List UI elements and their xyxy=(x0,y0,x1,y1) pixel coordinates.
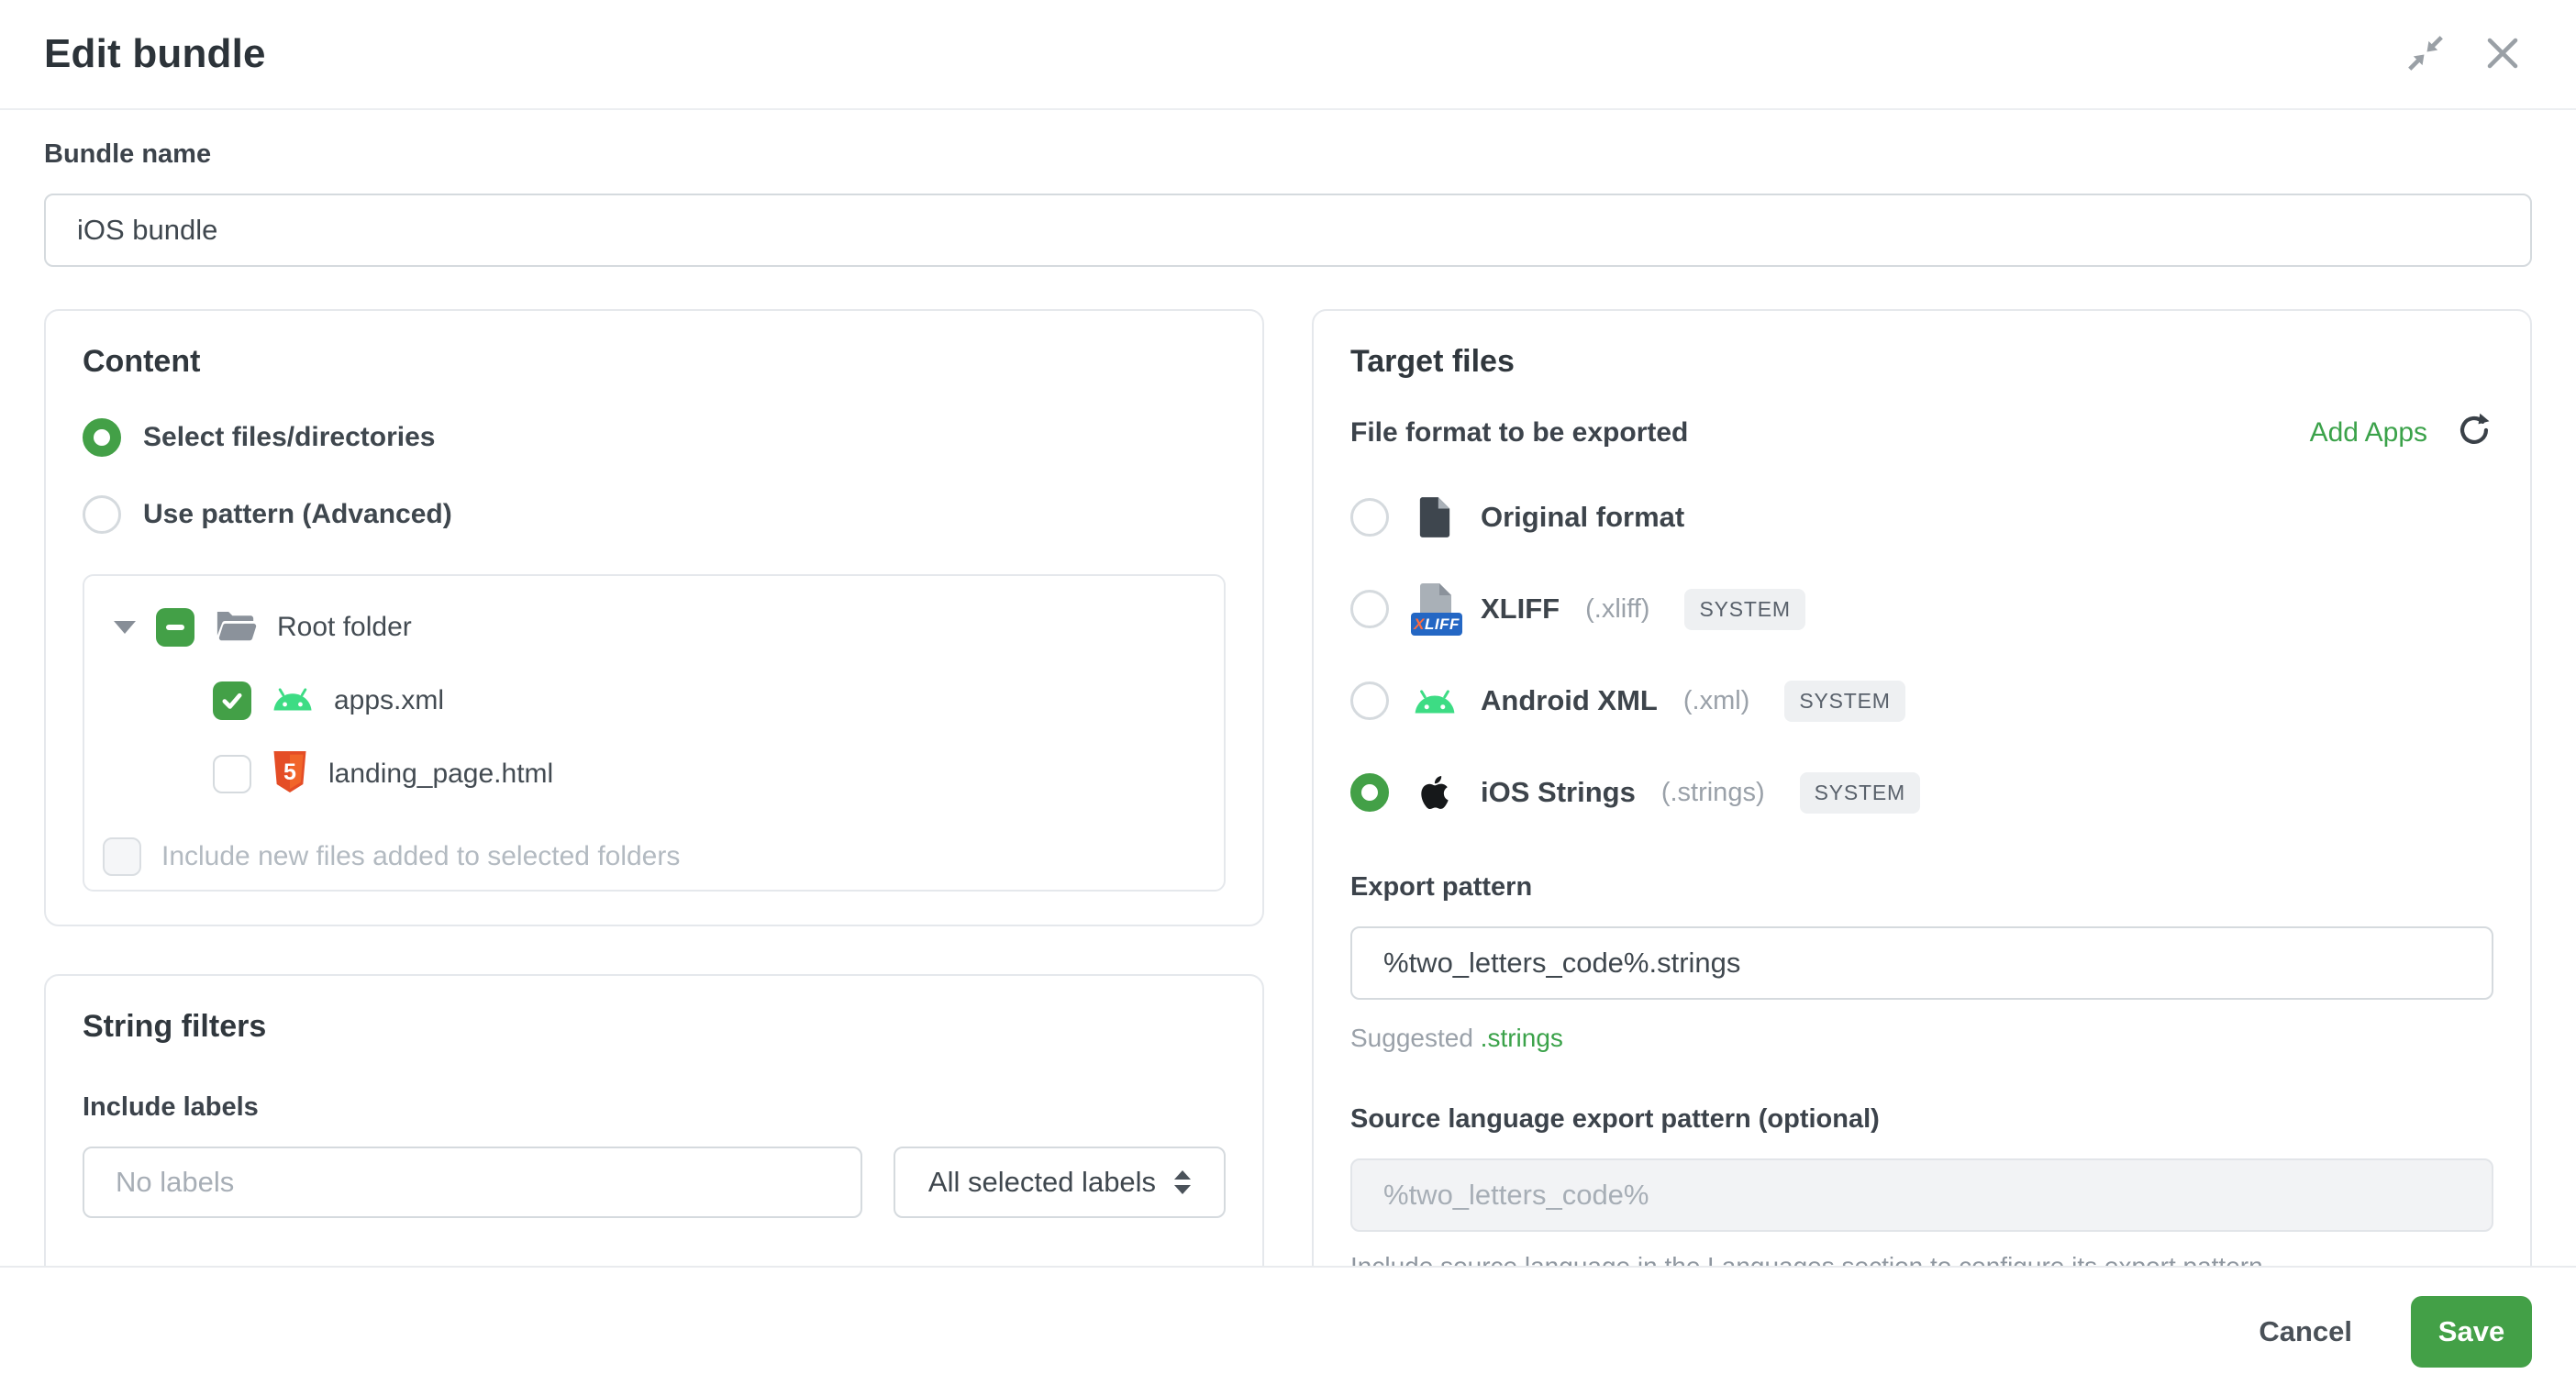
labels-input[interactable] xyxy=(83,1147,862,1218)
radio-select-files-label: Select files/directories xyxy=(143,422,436,453)
collapse-button[interactable] xyxy=(2404,32,2448,76)
close-icon xyxy=(2483,34,2522,75)
string-filters-card: String filters Include labels All select… xyxy=(44,974,1264,1266)
xliff-icon: XLIFF xyxy=(1411,582,1459,636)
landing-page-checkbox[interactable] xyxy=(213,755,251,793)
modal-body: Bundle name Content Select files/directo… xyxy=(0,112,2576,1266)
export-pattern-label: Export pattern xyxy=(1350,872,2493,903)
source-pattern-input xyxy=(1350,1158,2493,1232)
radio-select-files[interactable]: Select files/directories xyxy=(83,418,1226,457)
refresh-icon[interactable] xyxy=(2455,411,2493,454)
radio-on-icon xyxy=(83,418,121,457)
target-files-card: Target files File format to be exported … xyxy=(1312,309,2532,1266)
android-icon xyxy=(1411,687,1459,715)
target-files-heading: Target files xyxy=(1350,344,2493,380)
format-row-android-xml[interactable]: Android XML (.xml) SYSTEM xyxy=(1350,672,2493,729)
apps-xml-checkbox[interactable] xyxy=(213,681,251,720)
format-row-xliff[interactable]: XLIFF XLIFF (.xliff) SYSTEM xyxy=(1350,581,2493,637)
save-button[interactable]: Save xyxy=(2411,1296,2532,1368)
format-name: XLIFF xyxy=(1481,593,1560,626)
system-badge: SYSTEM xyxy=(1800,772,1920,814)
labels-mode-value: All selected labels xyxy=(928,1166,1156,1199)
modal-header: Edit bundle xyxy=(0,0,2576,110)
system-badge: SYSTEM xyxy=(1784,681,1904,722)
file-format-label: File format to be exported xyxy=(1350,417,1688,449)
radio-off-icon xyxy=(83,495,121,534)
content-card: Content Select files/directories Use pat… xyxy=(44,309,1264,926)
root-folder-checkbox[interactable] xyxy=(156,608,194,647)
updown-arrows-icon xyxy=(1174,1170,1191,1194)
export-pattern-input[interactable] xyxy=(1350,926,2493,1000)
folder-icon xyxy=(215,607,257,648)
header-actions xyxy=(2404,32,2525,76)
apple-icon xyxy=(1411,773,1459,812)
tree-apps-xml-label: apps.xml xyxy=(334,685,444,716)
string-filters-heading: String filters xyxy=(83,1009,1226,1045)
include-new-files-row[interactable]: Include new files added to selected fold… xyxy=(103,829,1205,884)
tree-root-label: Root folder xyxy=(277,612,412,643)
radio-on-icon xyxy=(1350,773,1389,812)
format-ext: (.xml) xyxy=(1683,686,1749,716)
content-heading: Content xyxy=(83,344,1226,380)
format-name: Android XML xyxy=(1481,684,1658,717)
collapse-icon xyxy=(2404,32,2447,77)
file-tree: Root folder xyxy=(83,574,1226,892)
modal-footer: Cancel Save xyxy=(0,1266,2576,1396)
caret-down-icon[interactable] xyxy=(114,621,136,634)
tree-row-apps-xml[interactable]: apps.xml xyxy=(213,673,1205,728)
source-pattern-label: Source language export pattern (optional… xyxy=(1350,1104,2493,1135)
radio-off-icon xyxy=(1350,681,1389,720)
tree-row-root-folder[interactable]: Root folder xyxy=(114,600,1205,655)
format-ext: (.xliff) xyxy=(1585,594,1649,625)
include-new-files-label: Include new files added to selected fold… xyxy=(161,841,680,872)
android-icon xyxy=(272,685,314,717)
close-button[interactable] xyxy=(2481,32,2525,76)
radio-use-pattern-label: Use pattern (Advanced) xyxy=(143,499,452,530)
suggested-strings-link[interactable]: .strings xyxy=(1481,1024,1563,1052)
format-name: iOS Strings xyxy=(1481,776,1636,809)
file-icon xyxy=(1411,496,1459,538)
system-badge: SYSTEM xyxy=(1684,589,1804,630)
format-row-original[interactable]: Original format xyxy=(1350,489,2493,546)
format-row-ios-strings[interactable]: iOS Strings (.strings) SYSTEM xyxy=(1350,764,2493,821)
include-labels-label: Include labels xyxy=(83,1092,1226,1123)
cancel-button[interactable]: Cancel xyxy=(2259,1315,2352,1348)
add-apps-link[interactable]: Add Apps xyxy=(2310,417,2427,449)
radio-off-icon xyxy=(1350,590,1389,628)
bundle-name-label: Bundle name xyxy=(44,139,2532,170)
suggested-line: Suggested .strings xyxy=(1350,1024,2493,1053)
tree-landing-page-label: landing_page.html xyxy=(328,759,553,790)
source-pattern-helper: Include source language in the Languages… xyxy=(1350,1252,2493,1266)
svg-text:5: 5 xyxy=(283,759,296,785)
labels-mode-select[interactable]: All selected labels xyxy=(894,1147,1226,1218)
radio-use-pattern[interactable]: Use pattern (Advanced) xyxy=(83,495,1226,534)
format-ext: (.strings) xyxy=(1661,778,1765,808)
radio-off-icon xyxy=(1350,498,1389,537)
format-name: Original format xyxy=(1481,501,1684,534)
suggested-label: Suggested xyxy=(1350,1024,1473,1052)
bundle-name-input[interactable] xyxy=(44,194,2532,267)
html5-icon: 5 xyxy=(272,751,308,797)
tree-row-landing-page[interactable]: 5 landing_page.html xyxy=(213,747,1205,802)
include-new-files-checkbox[interactable] xyxy=(103,837,141,876)
page-title: Edit bundle xyxy=(44,31,266,77)
